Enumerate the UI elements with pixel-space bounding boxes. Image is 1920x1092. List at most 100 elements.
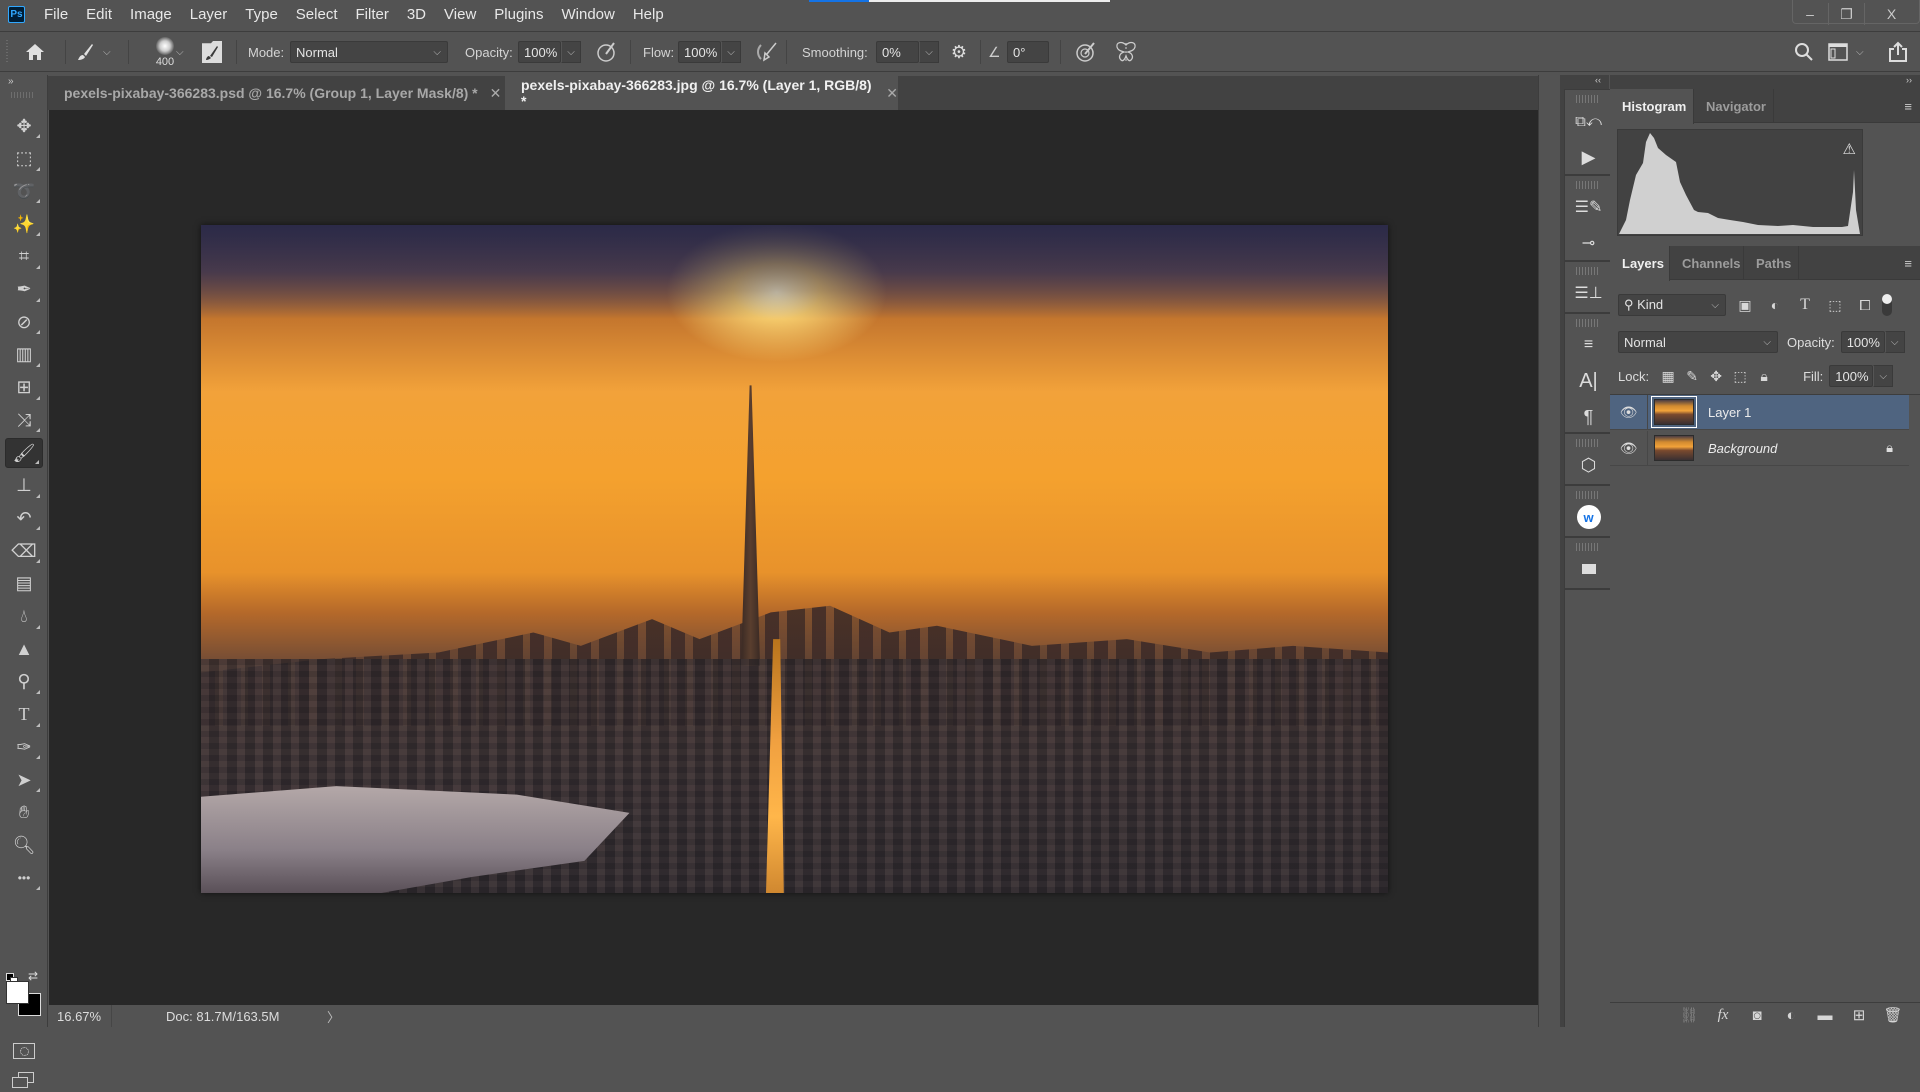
history-brush-tool[interactable]: ↶ — [5, 503, 43, 533]
toolbar-grip[interactable] — [11, 92, 35, 98]
minimize-button[interactable]: – — [1792, 3, 1828, 25]
menu-view[interactable]: View — [444, 6, 476, 23]
visibility-eye-icon[interactable]: 👁︎ — [1610, 394, 1648, 430]
home-button[interactable] — [20, 32, 50, 72]
panel-menu-icon[interactable]: ≡ — [1904, 99, 1912, 114]
menu-file[interactable]: File — [44, 6, 68, 23]
add-mask-icon[interactable]: ◙ — [1740, 1007, 1774, 1024]
brushes-panel-button[interactable]: ⊸ — [1565, 225, 1612, 261]
collapse-toolbar-icon[interactable]: » — [8, 76, 14, 87]
eyedropper-tool[interactable]: ✒ — [5, 275, 43, 305]
menu-help[interactable]: Help — [633, 6, 664, 23]
path-selection-tool[interactable]: ➤ — [5, 765, 43, 795]
panel-grip[interactable] — [1575, 95, 1600, 103]
angle-input[interactable]: 0° — [1007, 41, 1049, 63]
adjustments-panel-button[interactable]: ≡ — [1565, 327, 1612, 363]
filter-pixel-layers-icon[interactable]: ▣ — [1734, 294, 1756, 316]
brush-settings-toggle[interactable] — [202, 32, 226, 72]
visibility-eye-icon[interactable]: 👁︎ — [1610, 430, 1648, 466]
layer-lock-icon[interactable]: 🔒︎ — [1886, 440, 1893, 456]
pen-tool[interactable]: ✑ — [5, 732, 43, 762]
actions-panel-button[interactable]: ▶ — [1565, 139, 1612, 175]
flow-dropdown[interactable]: ⌵ — [721, 41, 741, 63]
layer-opacity-input[interactable]: 100% — [1840, 331, 1885, 353]
crop-tool[interactable]: ⌗ — [5, 242, 43, 272]
menu-layer[interactable]: Layer — [190, 6, 228, 23]
smoothing-options-button[interactable]: ⚙ — [948, 32, 970, 72]
new-group-folder-icon[interactable]: ▬ — [1808, 1007, 1842, 1024]
menu-type[interactable]: Type — [245, 6, 278, 23]
pressure-opacity-toggle[interactable] — [594, 32, 620, 72]
tab-histogram[interactable]: Histogram — [1610, 89, 1694, 124]
opacity-dropdown[interactable]: ⌵ — [561, 41, 581, 63]
move-tool[interactable]: ✥ — [5, 111, 43, 141]
tab-layers[interactable]: Layers — [1610, 246, 1670, 281]
plugin-panel-button[interactable]: w — [1565, 499, 1612, 535]
brush-preset-dropdown[interactable]: ⌵ — [176, 32, 184, 72]
tab-channels[interactable]: Channels — [1670, 246, 1744, 280]
cache-warning-icon[interactable]: ⚠ — [1843, 140, 1856, 158]
close-button[interactable]: X — [1864, 3, 1918, 25]
image-canvas[interactable] — [201, 225, 1388, 893]
clone-stamp-tool[interactable]: ⊥ — [5, 471, 43, 501]
panel-divider[interactable] — [1538, 75, 1560, 1027]
eraser-tool[interactable]: ⌫ — [5, 536, 43, 566]
close-icon[interactable]: ✕ — [490, 85, 502, 102]
filter-type-layers-icon[interactable]: T — [1794, 294, 1816, 316]
lock-image-pixels-icon[interactable]: ✎ — [1681, 365, 1703, 387]
fx-icon[interactable]: fx — [1706, 1007, 1740, 1024]
lock-all-icon[interactable]: 🔒︎ — [1753, 365, 1775, 387]
menu-3d[interactable]: 3D — [407, 6, 426, 23]
paragraph-panel-button[interactable]: ¶ — [1565, 399, 1612, 435]
fill-input[interactable]: 100% — [1829, 365, 1874, 387]
airbrush-toggle[interactable] — [754, 32, 780, 72]
healing-brush-tool[interactable]: ▥ — [5, 340, 43, 370]
menu-select[interactable]: Select — [296, 6, 338, 23]
tab-paths[interactable]: Paths — [1744, 246, 1799, 280]
share-button[interactable] — [1886, 32, 1910, 72]
document-canvas-area[interactable] — [49, 110, 1538, 1005]
lock-artboard-icon[interactable]: ⬚ — [1729, 365, 1751, 387]
fill-dropdown[interactable]: ⌵ — [1873, 365, 1894, 387]
3d-panel-button[interactable]: ⬡ — [1565, 447, 1612, 483]
opacity-input[interactable]: 100% — [518, 41, 561, 63]
symmetry-button[interactable] — [1113, 32, 1139, 72]
document-tab-active[interactable]: pexels-pixabay-366283.jpg @ 16.7% (Layer… — [505, 76, 898, 110]
mode-dropdown[interactable]: Normal ⌵ — [290, 32, 448, 72]
smoothing-dropdown[interactable]: ⌵ — [919, 41, 939, 63]
angle-field[interactable]: 0° — [1007, 32, 1049, 72]
gradient-tool[interactable]: ▤ — [5, 569, 43, 599]
content-aware-tool[interactable]: ⊞ — [5, 373, 43, 403]
menu-plugins[interactable]: Plugins — [494, 6, 543, 23]
layer-opacity-dropdown[interactable]: ⌵ — [1884, 331, 1905, 353]
panel-grip[interactable] — [1575, 181, 1600, 189]
opacity-field[interactable]: 100% ⌵ — [518, 32, 581, 72]
hand-tool[interactable]: ✋︎ — [5, 798, 43, 828]
menu-filter[interactable]: Filter — [356, 6, 389, 23]
dodge-tool[interactable]: ⚲ — [5, 667, 43, 697]
sharpen-tool[interactable]: ▲ — [5, 634, 43, 664]
delete-layer-trash-icon[interactable]: 🗑︎ — [1876, 1006, 1910, 1024]
menu-edit[interactable]: Edit — [86, 6, 112, 23]
close-icon[interactable]: ✕ — [886, 85, 898, 102]
panel-grip[interactable] — [1575, 543, 1600, 551]
zoom-level[interactable]: 16.67% — [49, 1005, 111, 1027]
status-menu-arrow[interactable]: 〉 — [327, 1005, 340, 1027]
brush-settings-panel-button[interactable]: ☰✎ — [1565, 189, 1612, 225]
layer-thumbnail[interactable] — [1654, 435, 1694, 461]
foreground-color-swatch[interactable] — [6, 981, 29, 1004]
edit-toolbar[interactable]: ••• — [5, 863, 43, 893]
layer-name[interactable]: Layer 1 — [1708, 405, 1751, 420]
expand-panels-icon[interactable]: ‹‹ — [1560, 75, 1609, 89]
quick-mask-button[interactable] — [13, 1043, 35, 1059]
blur-tool[interactable]: 💧︎ — [5, 602, 43, 632]
search-button[interactable] — [1792, 32, 1816, 72]
lasso-tool[interactable]: ➰ — [5, 176, 43, 206]
lock-transparent-pixels-icon[interactable]: ▦ — [1657, 365, 1679, 387]
options-grip[interactable] — [6, 32, 12, 72]
panel-grip[interactable] — [1575, 319, 1600, 327]
panel-grip[interactable] — [1575, 267, 1600, 275]
history-panel-button[interactable]: ⧉↶ — [1565, 103, 1612, 139]
smoothing-input[interactable]: 0% — [876, 41, 919, 63]
panel-grip[interactable] — [1575, 491, 1600, 499]
